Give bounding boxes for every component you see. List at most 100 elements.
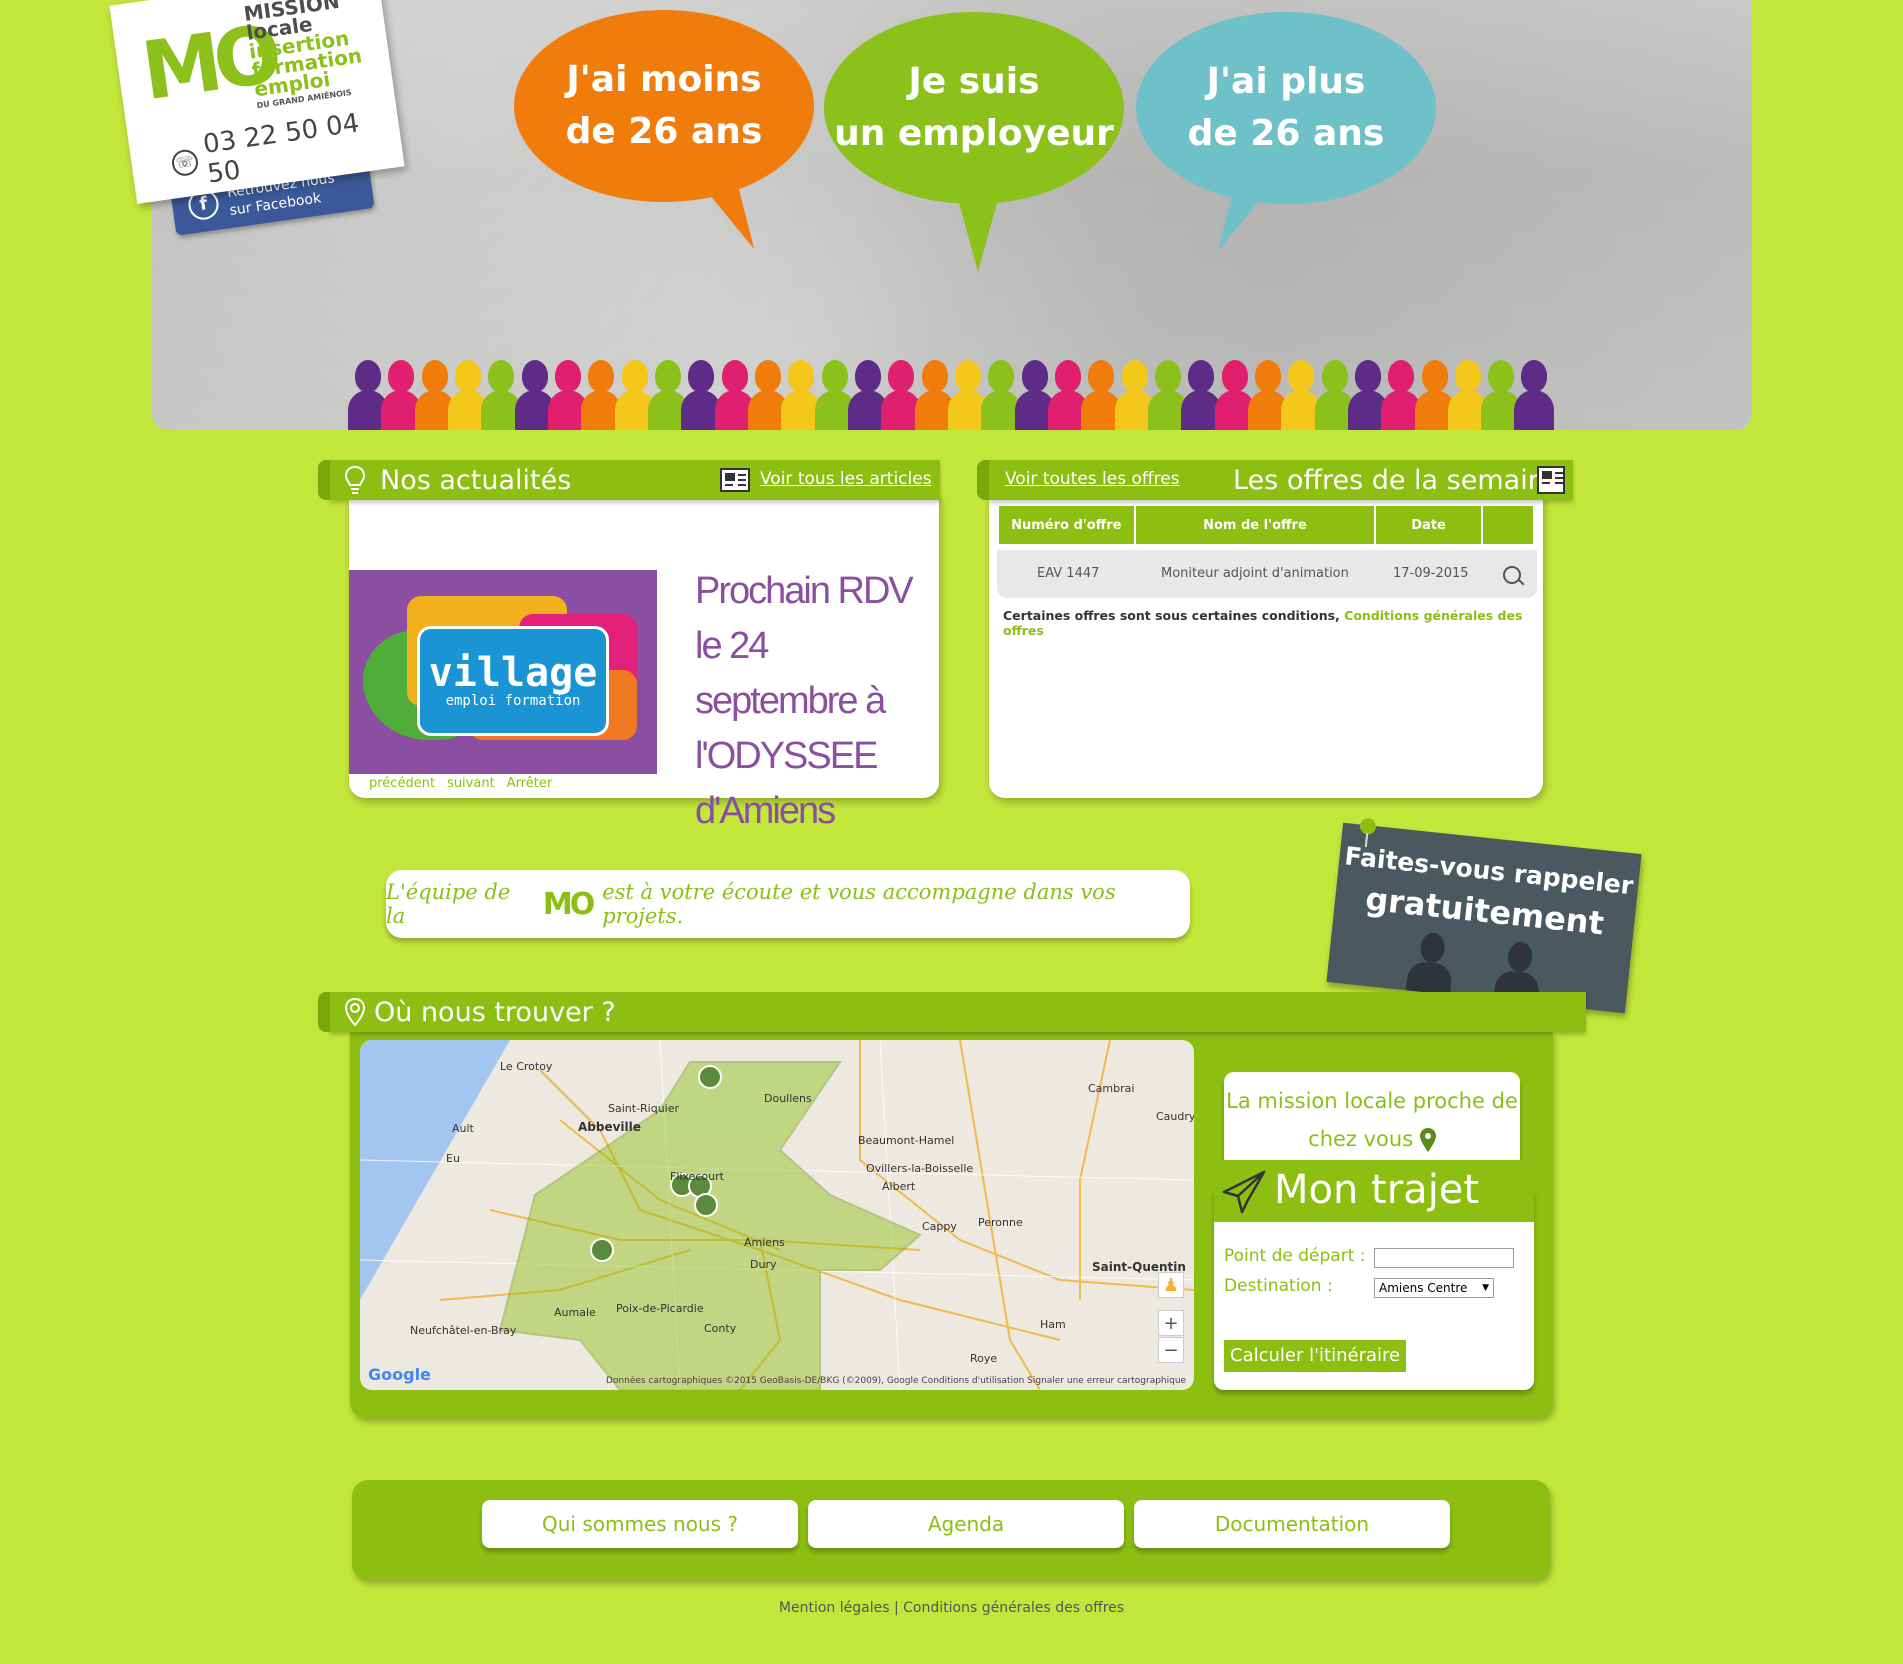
- offers-panel: Numéro d'offre Nom de l'offre Date EAV 1…: [989, 494, 1543, 798]
- col-offer-number: Numéro d'offre: [999, 506, 1134, 544]
- map-label-ovillers: Ovillers-la-Boisselle: [866, 1162, 974, 1175]
- person-silhouette: [947, 354, 988, 430]
- conditions-link[interactable]: Conditions générales des offres: [903, 1600, 1124, 1616]
- offer-name: Moniteur adjoint d'animation: [1161, 566, 1349, 581]
- news-headline[interactable]: Prochain RDV le 24 septembre à l'ODYSSEE…: [695, 564, 935, 839]
- person-silhouette: [914, 354, 955, 430]
- news-panel: village emploi formation Prochain RDV le…: [349, 494, 939, 832]
- map-title: Où nous trouver ?: [374, 997, 616, 1028]
- google-map[interactable]: Le Crotoy Saint-Riquier Abbeville Ault E…: [360, 1040, 1194, 1390]
- person-silhouette: [714, 354, 755, 430]
- map-label-aumale: Aumale: [554, 1306, 596, 1319]
- slideshow-stop[interactable]: Arrêter: [507, 776, 553, 791]
- person-silhouette: [681, 354, 722, 430]
- map-section: Le Crotoy Saint-Riquier Abbeville Ault E…: [350, 1032, 1553, 1418]
- slideshow-controls: précédent suivant Arrêter: [369, 776, 552, 791]
- table-row[interactable]: EAV 1447 Moniteur adjoint d'animation 17…: [997, 550, 1537, 598]
- legal-notice-link[interactable]: Mention légales: [779, 1600, 890, 1616]
- street-view-pegman-icon[interactable]: ♟: [1158, 1272, 1184, 1298]
- map-pin-icon: [1419, 1128, 1436, 1152]
- logo-text: MISSION locale insertion formation emplo…: [242, 0, 368, 111]
- document-icon: [1537, 466, 1565, 494]
- person-silhouette: [614, 354, 655, 430]
- person-silhouette: [447, 354, 488, 430]
- person-silhouette: [514, 354, 555, 430]
- offers-title: Les offres de la semaine: [1233, 465, 1562, 496]
- person-silhouette: [1281, 354, 1322, 430]
- slogan-after: est à votre écoute et vous accompagne da…: [602, 880, 1116, 928]
- bubble-under-26-label: J'ai moins de 26 ans: [565, 59, 763, 152]
- route-planner-title: Mon trajet: [1274, 1167, 1480, 1213]
- person-silhouette: [1447, 354, 1488, 430]
- person-silhouette: [1481, 354, 1522, 430]
- agenda-button[interactable]: Agenda: [808, 1500, 1124, 1548]
- calculate-route-button[interactable]: Calculer l'itinéraire: [1224, 1340, 1407, 1372]
- agent-icon: [1406, 931, 1456, 995]
- offers-note: Certaines offres sont sous certaines con…: [1003, 608, 1543, 638]
- destination-select[interactable]: Amiens Centre ▼: [1374, 1278, 1494, 1298]
- person-silhouette: [547, 354, 588, 430]
- person-silhouette: [414, 354, 455, 430]
- person-silhouette: [1181, 354, 1222, 430]
- col-offer-date: Date: [1376, 506, 1481, 544]
- map-label-amiens: Amiens: [744, 1236, 785, 1249]
- offers-table: Numéro d'offre Nom de l'offre Date: [997, 506, 1535, 544]
- lightbulb-icon: [344, 465, 366, 494]
- person-silhouette: [1014, 354, 1055, 430]
- map-label-conty: Conty: [704, 1322, 737, 1335]
- magnifier-icon[interactable]: [1503, 566, 1525, 588]
- map-label-neufchatel: Neufchâtel-en-Bray: [410, 1324, 517, 1337]
- map-label-beaumont-hamel: Beaumont-Hamel: [858, 1134, 955, 1147]
- legal-separator: |: [893, 1600, 899, 1616]
- map-label-ham: Ham: [1040, 1318, 1066, 1331]
- location-pin-icon: [344, 997, 366, 1027]
- team-slogan: L'équipe de la MO est à votre écoute et …: [386, 870, 1190, 938]
- map-label-saint-riquier: Saint-Riquier: [608, 1102, 680, 1115]
- offers-header-bar: Voir toutes les offres Les offres de la …: [977, 460, 1573, 500]
- bubble-under-26[interactable]: J'ai moins de 26 ans: [514, 10, 814, 258]
- person-silhouette: [481, 354, 522, 430]
- slideshow-previous[interactable]: précédent: [369, 776, 435, 791]
- route-planner: Mon trajet Point de départ : Destination…: [1214, 1160, 1534, 1390]
- bubble-over-26[interactable]: J'ai plus de 26 ans: [1136, 12, 1436, 260]
- news-header-bar: Nos actualités Voir tous les articles: [318, 460, 940, 500]
- person-silhouette: [381, 354, 422, 430]
- person-silhouette: [1114, 354, 1155, 430]
- offers-note-text: Certaines offres sont sous certaines con…: [1003, 608, 1340, 623]
- village-subtitle: emploi formation: [445, 693, 581, 709]
- start-input[interactable]: [1374, 1248, 1514, 1268]
- all-offers-link[interactable]: Voir toutes les offres: [1005, 469, 1180, 489]
- person-silhouette: [581, 354, 622, 430]
- village-emploi-image[interactable]: village emploi formation: [349, 570, 657, 774]
- bubble-employer-label: Je suis un employeur: [834, 61, 1114, 154]
- person-silhouette: [647, 354, 688, 430]
- slideshow-next[interactable]: suivant: [447, 776, 495, 791]
- destination-value: Amiens Centre: [1379, 1281, 1468, 1295]
- bubble-employer[interactable]: Je suis un employeur: [824, 12, 1124, 272]
- person-silhouette: [881, 354, 922, 430]
- all-articles-link[interactable]: Voir tous les articles: [760, 469, 932, 489]
- zoom-out-button[interactable]: −: [1158, 1337, 1184, 1363]
- legal-links: Mention légales | Conditions générales d…: [0, 1600, 1903, 1616]
- person-silhouette: [1347, 354, 1388, 430]
- documentation-button[interactable]: Documentation: [1134, 1500, 1450, 1548]
- map-label-dury: Dury: [750, 1258, 777, 1271]
- google-logo[interactable]: Google: [368, 1365, 431, 1384]
- zoom-in-button[interactable]: +: [1158, 1310, 1184, 1336]
- person-silhouette: [1514, 354, 1555, 430]
- nearest-mission-button[interactable]: La mission locale proche de chez vous: [1224, 1072, 1520, 1168]
- person-silhouette: [1247, 354, 1288, 430]
- person-silhouette: [1414, 354, 1455, 430]
- slogan-before: L'équipe de la: [386, 880, 511, 928]
- header-banner: J'ai moins de 26 ans Je suis un employeu…: [152, 0, 1752, 430]
- person-silhouette: [814, 354, 855, 430]
- map-label-caudry: Caudry: [1156, 1110, 1194, 1123]
- map-label-eu: Eu: [446, 1152, 460, 1165]
- callback-card[interactable]: Faites-vous rappeler gratuitement: [1326, 818, 1642, 1014]
- map-label-doullens: Doullens: [764, 1092, 812, 1105]
- map-label-abbeville: Abbeville: [578, 1120, 641, 1134]
- about-us-button[interactable]: Qui sommes nous ?: [482, 1500, 798, 1548]
- person-silhouette: [781, 354, 822, 430]
- map-attribution[interactable]: Données cartographiques ©2015 GeoBasis-D…: [606, 1376, 1186, 1386]
- map-label-flixecourt: Flixecourt: [670, 1170, 724, 1183]
